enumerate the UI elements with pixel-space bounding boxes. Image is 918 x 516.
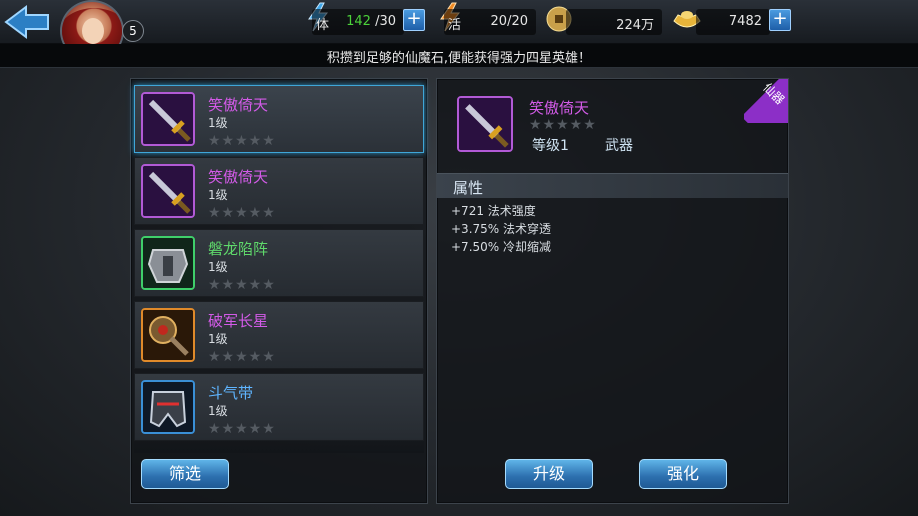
equipment-list-item[interactable]: 磐龙陷阵 1级 ★★★★★ [134,229,424,297]
equipment-list-item[interactable]: 破军长星 1级 ★★★★★ [134,301,424,369]
equipment-name: 磐龙陷阵 [208,240,269,258]
mace-icon [141,308,195,362]
equipment-level: 1级 [208,332,228,346]
detail-name: 笑傲倚天 [529,99,590,117]
stamina-value: 142 /30 [346,14,396,29]
attribute-line: +721 法术强度 [451,204,536,218]
activity-counter: 活 20/20 [444,9,536,35]
upgrade-button[interactable]: 升级 [505,459,593,489]
sword-icon [141,164,195,218]
detail-stars: ★★★★★ [529,117,597,133]
equipment-name: 破军长星 [208,312,269,330]
list-fade [134,439,424,453]
back-arrow-icon [4,5,49,39]
activity-label: 活 [448,18,462,33]
equipment-level: 1级 [208,260,228,274]
equipment-stars: ★★★★★ [208,421,276,437]
equipment-level: 1级 [208,404,228,418]
top-bar: 5 体 142 /30 + 活 20/20 224万 7482 + [0,0,918,62]
attribute-line: +3.75% 法术穿透 [451,222,551,236]
equipment-stars: ★★★★★ [208,277,276,293]
equipment-stars: ★★★★★ [208,349,276,365]
notice-bar: 积攒到足够的仙魔石,便能获得强力四星英雄！ [0,44,918,68]
equipment-list-item[interactable]: 笑傲倚天 1级 ★★★★★ [134,157,424,225]
coins-counter: 224万 [566,9,662,35]
enhance-button[interactable]: 强化 [639,459,727,489]
activity-value: 20/20 [490,14,528,29]
back-button[interactable] [2,4,52,40]
equipment-name: 笑傲倚天 [208,96,269,114]
equipment-level: 1级 [208,116,228,130]
player-level-badge: 5 [122,20,144,42]
equipment-list-item[interactable]: 笑傲倚天 1级 ★★★★★ [134,85,424,153]
attributes-title: 属性 [453,179,484,197]
filter-button[interactable]: 筛选 [141,459,229,489]
detail-type: 武器 [605,138,633,154]
sword-icon [141,92,195,146]
stamina-label: 体 [316,18,330,33]
add-stamina-button[interactable]: + [403,9,425,31]
helmet-icon [141,380,195,434]
detail-level: 等级1 [532,138,569,154]
equipment-name: 笑傲倚天 [208,168,269,186]
equipment-list-panel: 笑傲倚天 1级 ★★★★★ 笑傲倚天 1级 ★★★★★ 磐龙陷阵 1级 ★★★★… [130,78,428,504]
sword-icon [457,96,513,152]
equipment-name: 斗气带 [208,384,254,402]
attribute-line: +7.50% 冷却缩减 [451,240,551,254]
armor-icon [141,236,195,290]
attributes-header: 属性 [437,173,788,198]
equipment-detail-panel: 笑傲倚天 ★★★★★ 等级1 武器 仙器 属性 +721 法术强度 +3.75%… [436,78,789,504]
equipment-level: 1级 [208,188,228,202]
notice-text: 积攒到足够的仙魔石,便能获得强力四星英雄！ [326,51,592,66]
equipment-stars: ★★★★★ [208,205,276,221]
stamina-counter: 体 142 /30 [312,9,404,35]
equipment-list-item[interactable]: 斗气带 1级 ★★★★★ [134,373,424,441]
ingots-value: 7482 [728,14,762,29]
attributes-list: +721 法术强度 +3.75% 法术穿透 +7.50% 冷却缩减 [451,202,551,256]
detail-header: 笑傲倚天 ★★★★★ 等级1 武器 仙器 [437,79,788,171]
equipment-stars: ★★★★★ [208,133,276,149]
rarity-tag: 仙器 [744,79,788,123]
coins-value: 224万 [616,18,654,33]
add-ingots-button[interactable]: + [769,9,791,31]
ingots-counter: 7482 [696,9,770,35]
